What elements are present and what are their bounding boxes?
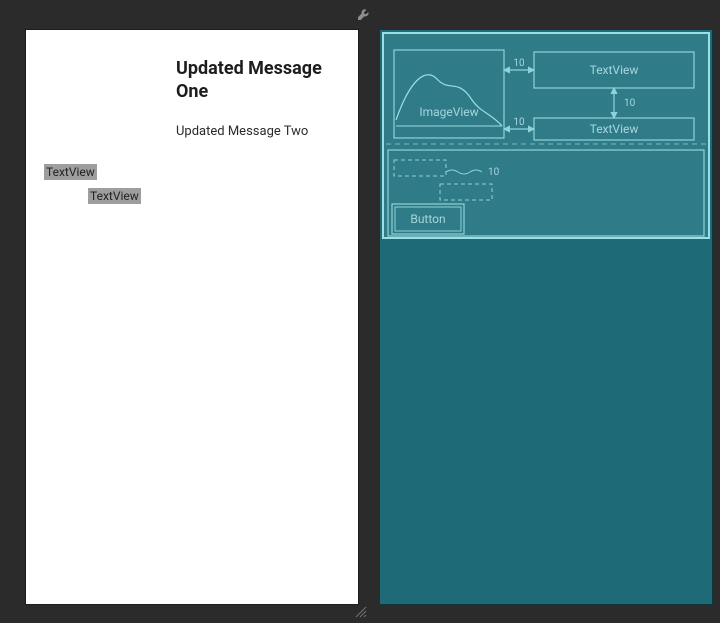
blueprint-placeholder-1[interactable] (394, 160, 446, 176)
placeholder-textview-1[interactable]: TextView (44, 164, 97, 180)
placeholder-textview-2[interactable]: TextView (88, 188, 141, 204)
wrench-icon[interactable] (357, 8, 369, 22)
pane-resize-handle-icon[interactable] (354, 605, 368, 619)
blueprint-placeholder-2[interactable] (440, 184, 492, 200)
blueprint-textview-2[interactable] (534, 118, 694, 140)
blueprint-button[interactable] (394, 206, 462, 232)
subheading-text[interactable]: Updated Message Two (176, 124, 308, 139)
blueprint-imageview[interactable] (394, 50, 504, 138)
heading-text[interactable]: Updated Message One (176, 58, 346, 103)
blueprint-surface[interactable]: ImageView TextView TextView 10 10 10 (380, 30, 712, 604)
design-surface[interactable]: Updated Message One Updated Message Two … (26, 30, 358, 604)
blueprint-textview-1[interactable] (534, 52, 694, 88)
editor-stage: Updated Message One Updated Message Two … (0, 0, 720, 623)
